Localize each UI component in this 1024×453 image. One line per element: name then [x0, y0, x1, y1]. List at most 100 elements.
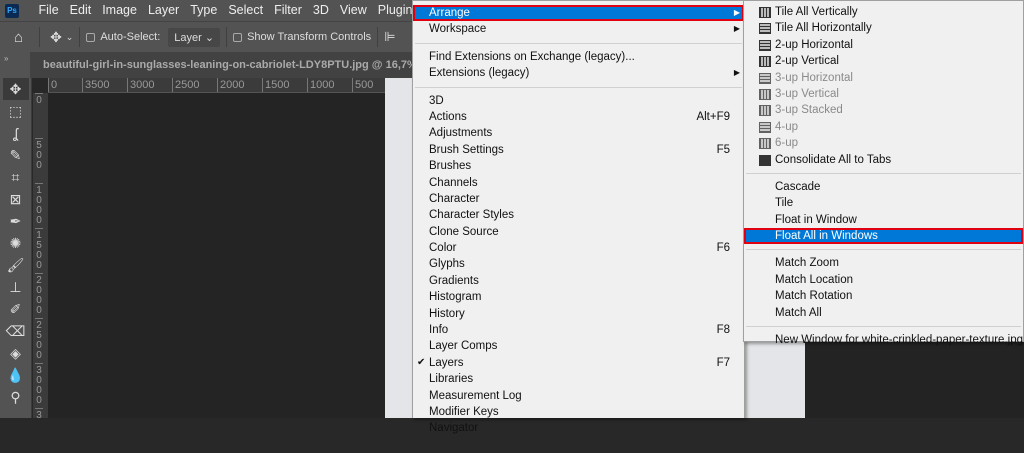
- frame-tool-icon[interactable]: ⊠: [3, 188, 29, 210]
- menu-item-label: Navigator: [429, 422, 479, 435]
- menu-item-float-in-window[interactable]: Float in Window: [744, 212, 1023, 228]
- blur-tool-icon[interactable]: 💧: [3, 364, 29, 386]
- menu-item-label: Character Styles: [429, 209, 515, 222]
- menu-item-cascade[interactable]: Cascade: [744, 179, 1023, 195]
- menu-edit[interactable]: Edit: [64, 1, 97, 20]
- ruler-tick-label: 3000: [127, 78, 172, 92]
- chevron-down-icon[interactable]: ⌄: [66, 32, 74, 43]
- menu-separator: [415, 42, 742, 44]
- menu-item-extensions-legacy[interactable]: Extensions (legacy) ▶: [413, 65, 744, 81]
- menu-item-label: Adjustments: [429, 127, 493, 140]
- menu-item-layers[interactable]: ✔ Layers F7: [413, 355, 744, 371]
- menu-item-adjustments[interactable]: Adjustments: [413, 125, 744, 141]
- submenu-arrow-icon: ▶: [733, 8, 740, 17]
- 6-up-icon: [759, 138, 771, 150]
- 2-up-horizontal-icon: [759, 39, 771, 51]
- menu-item-history[interactable]: History: [413, 306, 744, 322]
- 4-up-icon: [759, 121, 771, 133]
- menu-item-label: Gradients: [429, 274, 479, 287]
- menu-item-match-all[interactable]: Match All: [744, 305, 1023, 321]
- quick-selection-tool-icon[interactable]: ✎: [3, 144, 29, 166]
- shortcut-label: F8: [716, 324, 730, 337]
- menu-file[interactable]: File: [33, 1, 64, 20]
- menu-item-histogram[interactable]: Histogram: [413, 289, 744, 305]
- menu-item-new-window-for-white-crinkled-paper-texture-jpg[interactable]: New Window for white-crinkled-paper-text…: [744, 332, 1023, 348]
- spot-healing-tool-icon[interactable]: ✺: [3, 232, 29, 254]
- auto-select-label: Auto-Select:: [100, 31, 161, 43]
- menu-item-label: Actions: [429, 110, 467, 123]
- crop-tool-icon[interactable]: ⌗: [3, 166, 29, 188]
- menu-item-6-up[interactable]: 6-up: [744, 135, 1023, 151]
- dodge-tool-icon[interactable]: ⚲: [3, 386, 29, 408]
- show-transform-checkbox[interactable]: [233, 32, 243, 42]
- menu-item-match-location[interactable]: Match Location: [744, 272, 1023, 288]
- menu-item-character[interactable]: Character: [413, 191, 744, 207]
- brush-tool-icon[interactable]: 🖌: [3, 254, 29, 276]
- menu-layer[interactable]: Layer: [142, 1, 184, 20]
- menu-item-find-extensions-on-exchange-legacy[interactable]: Find Extensions on Exchange (legacy)...: [413, 49, 744, 65]
- history-brush-tool-icon[interactable]: ✐: [3, 298, 29, 320]
- menu-item-label: Float All in Windows: [775, 230, 878, 243]
- paint-bucket-tool-icon[interactable]: ◈: [3, 342, 29, 364]
- menu-image[interactable]: Image: [97, 1, 143, 20]
- menu-item-3-up-vertical[interactable]: 3-up Vertical: [744, 86, 1023, 102]
- collapse-icon[interactable]: »: [0, 52, 31, 78]
- move-icon[interactable]: ✥: [50, 29, 62, 46]
- menu-item-channels[interactable]: Channels: [413, 175, 744, 191]
- menu-item-match-rotation[interactable]: Match Rotation: [744, 288, 1023, 304]
- lasso-tool-icon[interactable]: ʆ: [3, 122, 29, 144]
- menu-item-label: Extensions (legacy): [429, 67, 530, 80]
- menu-item-3-up-stacked[interactable]: 3-up Stacked: [744, 102, 1023, 118]
- menu-select[interactable]: Select: [223, 1, 269, 20]
- home-icon[interactable]: ⌂: [14, 29, 23, 46]
- menu-item-gradients[interactable]: Gradients: [413, 273, 744, 289]
- menu-item-brush-settings[interactable]: Brush Settings F5: [413, 142, 744, 158]
- menu-type[interactable]: Type: [185, 1, 223, 20]
- menu-item-glyphs[interactable]: Glyphs: [413, 256, 744, 272]
- ruler-tick-label: 500: [35, 138, 43, 183]
- marquee-tool-icon[interactable]: ⬚: [3, 100, 29, 122]
- document-tab[interactable]: beautiful-girl-in-sunglasses-leaning-on-…: [30, 52, 412, 78]
- menu-item-measurement-log[interactable]: Measurement Log: [413, 388, 744, 404]
- tools-panel: » ✥ ⬚ ʆ ✎ ⌗ ⊠ ✒ ✺ 🖌 ⊥ ✐ ⌫ ◈ 💧 ⚲: [0, 52, 32, 418]
- consolidate-all-to-tabs-icon: [759, 154, 771, 166]
- canvas[interactable]: [48, 93, 385, 418]
- menu-item-label: 2-up Vertical: [775, 55, 839, 68]
- clone-stamp-tool-icon[interactable]: ⊥: [3, 276, 29, 298]
- menu-item-info[interactable]: Info F8: [413, 322, 744, 338]
- menu-item-label: Info: [429, 324, 449, 337]
- menu-item-match-zoom[interactable]: Match Zoom: [744, 255, 1023, 271]
- menu-item-3-up-horizontal[interactable]: 3-up Horizontal: [744, 70, 1023, 86]
- menu-item-tile-all-horizontally[interactable]: Tile All Horizontally: [744, 20, 1023, 36]
- menu-item-2-up-horizontal[interactable]: 2-up Horizontal: [744, 37, 1023, 53]
- menu-item-workspace[interactable]: Workspace ▶: [413, 21, 744, 37]
- menu-3d[interactable]: 3D: [307, 1, 334, 20]
- menu-item-layer-comps[interactable]: Layer Comps: [413, 338, 744, 354]
- eraser-tool-icon[interactable]: ⌫: [3, 320, 29, 342]
- eyedropper-tool-icon[interactable]: ✒: [3, 210, 29, 232]
- menu-item-libraries[interactable]: Libraries: [413, 371, 744, 387]
- menu-item-float-all-in-windows[interactable]: Float All in Windows: [744, 228, 1023, 245]
- menu-view[interactable]: View: [334, 1, 372, 20]
- menu-item-3d[interactable]: 3D: [413, 93, 744, 109]
- ruler-tick-label: 1500: [262, 78, 307, 92]
- auto-select-checkbox[interactable]: [86, 32, 96, 42]
- align-left-icon[interactable]: ⊫: [384, 29, 395, 45]
- menu-item-actions[interactable]: Actions Alt+F9: [413, 109, 744, 125]
- menu-item-brushes[interactable]: Brushes: [413, 158, 744, 174]
- menu-item-arrange[interactable]: Arrange ▶: [413, 5, 744, 22]
- move-tool-icon[interactable]: ✥: [2, 78, 29, 100]
- menu-item-2-up-vertical[interactable]: 2-up Vertical: [744, 53, 1023, 69]
- menu-item-character-styles[interactable]: Character Styles: [413, 207, 744, 223]
- ruler-tick-label: 500: [352, 78, 388, 92]
- menu-item-clone-source[interactable]: Clone Source: [413, 224, 744, 240]
- tile-all-vertically-icon: [759, 7, 771, 18]
- menu-item-tile-all-vertically[interactable]: Tile All Vertically: [744, 4, 1023, 20]
- menu-filter[interactable]: Filter: [269, 1, 308, 20]
- menu-item-color[interactable]: Color F6: [413, 240, 744, 256]
- menu-item-navigator[interactable]: Navigator: [413, 420, 744, 436]
- menu-item-tile[interactable]: Tile: [744, 195, 1023, 211]
- menu-item-consolidate-all-to-tabs[interactable]: Consolidate All to Tabs: [744, 152, 1023, 168]
- layer-dropdown[interactable]: Layer ⌄: [168, 27, 221, 47]
- menu-item-4-up[interactable]: 4-up: [744, 119, 1023, 135]
